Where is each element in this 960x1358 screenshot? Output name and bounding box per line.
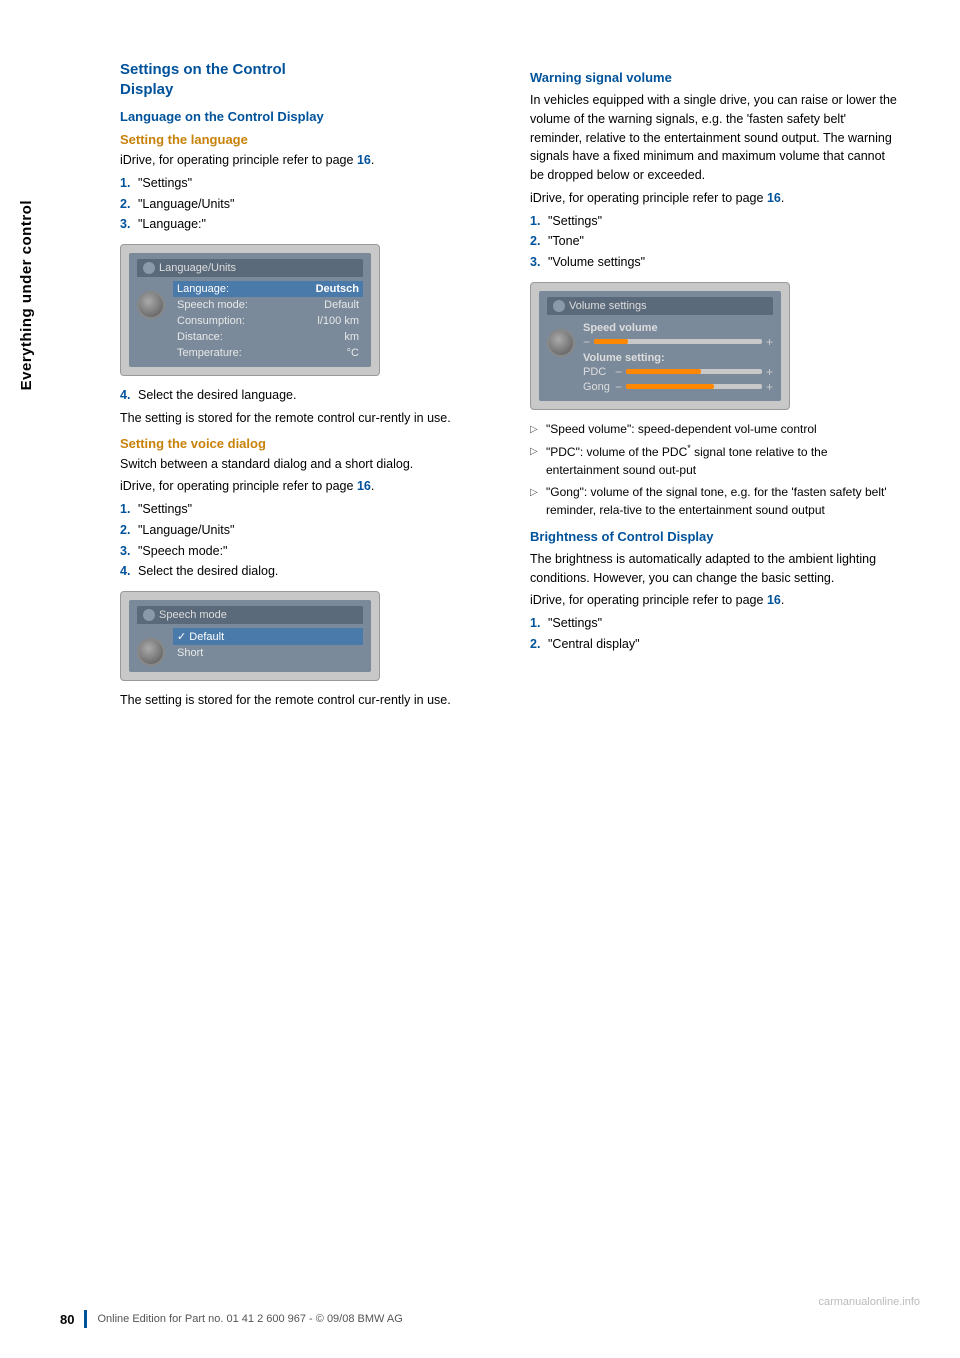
voice-step-1: 1."Settings" [120,500,490,519]
language-step-1: 1."Settings" [120,174,490,193]
language-row-temperature: Temperature:°C [173,345,363,361]
brightness-idrive: iDrive, for operating principle refer to… [530,591,900,610]
voice-dialog-idrive: iDrive, for operating principle refer to… [120,477,490,496]
brightness-step-2: 2."Central display" [530,635,900,654]
speech-mode-default: Default [173,628,363,645]
screen-icon [143,262,155,274]
subsection1-title: Language on the Control Display [120,109,490,124]
pdc-vol-minus: − [615,365,622,379]
footer-text: Online Edition for Part no. 01 41 2 600 … [97,1313,402,1325]
brightness-step-1: 1."Settings" [530,614,900,633]
gong-vol-bar [626,384,762,389]
language-step-2: 2."Language/Units" [120,195,490,214]
screen3-icon [553,300,565,312]
page-ref-brightness[interactable]: 16 [767,593,781,607]
gong-vol-plus: + [766,380,773,394]
setting-language-title: Setting the language [120,132,490,147]
language-step-4: 4.Select the desired language. [120,386,490,405]
pdc-vol-bar [626,369,762,374]
warning-para1: In vehicles equipped with a single drive… [530,91,900,185]
page-ref-warning[interactable]: 16 [767,191,781,205]
voice-step-2: 2."Language/Units" [120,521,490,540]
warning-steps-list: 1."Settings" 2."Tone" 3."Volume settings… [530,212,900,272]
setting-language-intro: iDrive, for operating principle refer to… [120,151,490,170]
warning-title: Warning signal volume [530,70,900,85]
screen3-knob [547,329,575,357]
pdc-vol-plus: + [766,365,773,379]
gong-vol-minus: − [615,380,622,394]
warning-idrive: iDrive, for operating principle refer to… [530,189,900,208]
volume-bullets-list: "Speed volume": speed-dependent vol-ume … [530,420,900,519]
speech-mode-short: Short [173,645,363,661]
screen3-title: Volume settings [569,300,647,312]
speed-volume-bar-row: − + [583,335,773,349]
right-column: Warning signal volume In vehicles equipp… [530,60,900,714]
page-ref-language[interactable]: 16 [357,153,371,167]
footer-bar [84,1310,87,1328]
volume-settings-screen: Volume settings Speed volume − + [530,282,790,410]
brightness-title: Brightness of Control Display [530,529,900,544]
language-units-screen: Language/Units Language:Deutsch Speech m… [120,244,380,376]
screen1-table: Language:Deutsch Speech mode:Default Con… [173,281,363,361]
gong-label: Gong [583,381,611,393]
stored-text-2: The setting is stored for the remote con… [120,691,490,710]
voice-step-4: 4.Select the desired dialog. [120,562,490,581]
warning-step-3: 3."Volume settings" [530,253,900,272]
screen-knob [137,291,165,319]
step4-list: 4.Select the desired language. [120,386,490,405]
warning-step-1: 1."Settings" [530,212,900,231]
speed-vol-bar [594,339,762,344]
screen2-knob [137,638,165,666]
page-number: 80 [60,1312,74,1327]
speed-vol-plus: + [766,335,773,349]
left-column: Settings on the Control Display Language… [120,60,490,714]
volume-setting-label: Volume setting: [583,352,773,364]
screen2-icon [143,609,155,621]
page-ref-voice[interactable]: 16 [357,479,371,493]
language-row-consumption: Consumption:l/100 km [173,313,363,329]
warning-step-2: 2."Tone" [530,232,900,251]
speed-volume-label: Speed volume [583,322,773,334]
brightness-para: The brightness is automatically adapted … [530,550,900,588]
voice-dialog-steps-list: 1."Settings" 2."Language/Units" 3."Speec… [120,500,490,581]
section-title: Settings on the Control Display [120,60,490,99]
language-row-speech: Speech mode:Default [173,297,363,313]
watermark: carmanualonline.info [818,1296,920,1308]
language-step-3: 3."Language:" [120,215,490,234]
language-row-distance: Distance:km [173,329,363,345]
voice-dialog-intro: Switch between a standard dialog and a s… [120,455,490,474]
page-footer: 80 Online Edition for Part no. 01 41 2 6… [0,1310,960,1328]
stored-text-1: The setting is stored for the remote con… [120,409,490,428]
language-row-deutsch: Language:Deutsch [173,281,363,297]
bullet-pdc: "PDC": volume of the PDC* signal tone re… [530,442,900,479]
bullet-speed-volume: "Speed volume": speed-dependent vol-ume … [530,420,900,438]
screen1-title: Language/Units [159,262,236,274]
pdc-label: PDC [583,366,611,378]
language-steps-list: 1."Settings" 2."Language/Units" 3."Langu… [120,174,490,234]
voice-dialog-title: Setting the voice dialog [120,436,490,451]
gong-bar-row: Gong − + [583,380,773,394]
screen2-title: Speech mode [159,609,227,621]
speed-vol-minus: − [583,335,590,349]
brightness-steps-list: 1."Settings" 2."Central display" [530,614,900,654]
speech-mode-screen: Speech mode Default Short [120,591,380,681]
voice-step-3: 3."Speech mode:" [120,542,490,561]
bullet-gong: "Gong": volume of the signal tone, e.g. … [530,483,900,519]
pdc-bar-row: PDC − + [583,365,773,379]
